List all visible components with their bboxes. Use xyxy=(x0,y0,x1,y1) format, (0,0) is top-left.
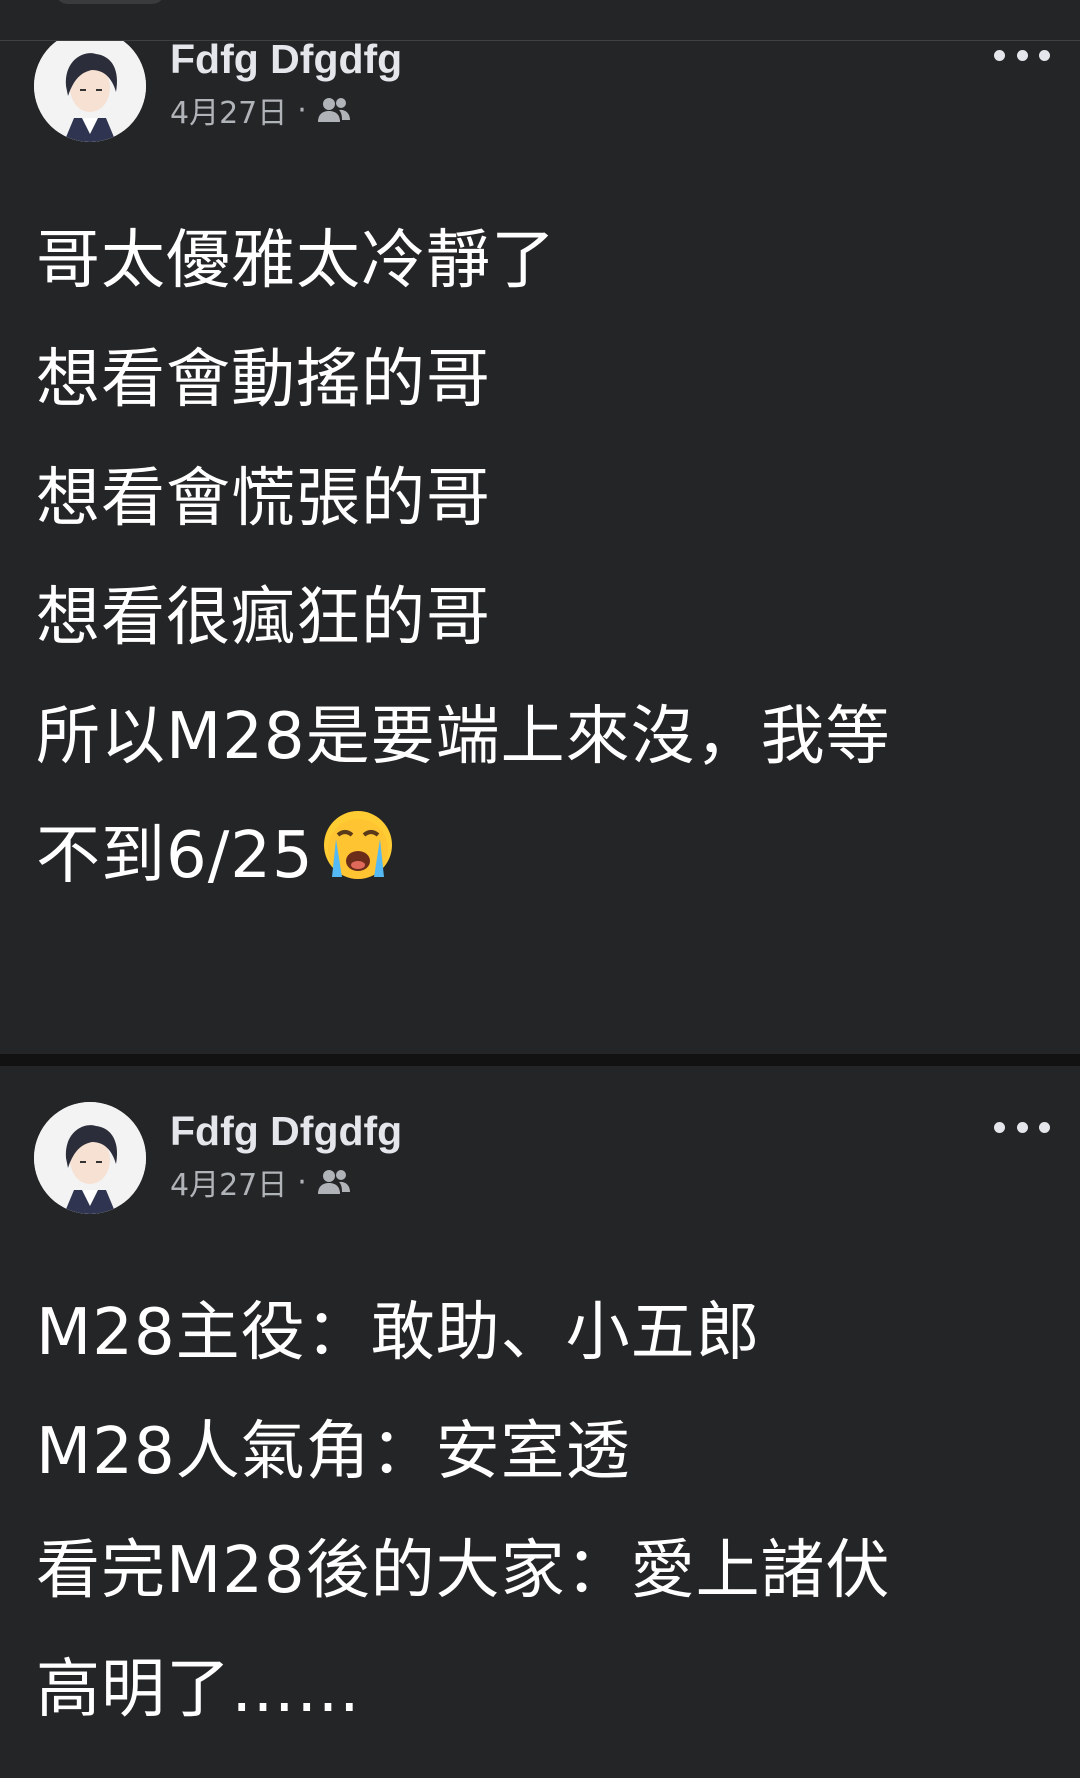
post-separator xyxy=(0,1054,1080,1066)
post-text-line: M28主役：敢助、小五郎 xyxy=(36,1296,761,1370)
post-meta: 4月27日 · xyxy=(170,1160,351,1204)
post-date[interactable]: 4月27日 xyxy=(170,1160,287,1204)
post-text-segment: 不到6/25 xyxy=(36,819,314,893)
post-text-line: 看完M28後的大家：愛上諸伏 xyxy=(36,1534,891,1608)
post-header: Fdfg Dfgdfg 4月27日 · xyxy=(0,30,1080,160)
post-text-line: 哥太優雅太冷靜了 xyxy=(36,224,556,298)
post-card: Fdfg Dfgdfg 4月27日 · M28主役：敢助、小五郎 M28人氣角：… xyxy=(0,1102,1080,1750)
friends-icon[interactable] xyxy=(317,1168,351,1196)
post-header: Fdfg Dfgdfg 4月27日 · xyxy=(0,1102,1080,1232)
post-card: Fdfg Dfgdfg 4月27日 · 哥太優雅太冷靜了 想看會動搖的哥 想看會… xyxy=(0,30,1080,916)
meta-separator: · xyxy=(297,1164,307,1200)
friends-icon[interactable] xyxy=(317,96,351,124)
author-name[interactable]: Fdfg Dfgdfg xyxy=(170,1108,402,1155)
post-text-line: 高明了…… xyxy=(36,1653,361,1727)
post-text-line-last: 不到6/25 xyxy=(36,797,1044,916)
more-options-button[interactable] xyxy=(994,40,1050,70)
post-date[interactable]: 4月27日 xyxy=(170,88,287,132)
top-pill-button[interactable] xyxy=(55,0,165,4)
post-text-line: 想看很瘋狂的哥 xyxy=(36,581,491,655)
meta-separator: · xyxy=(297,92,307,128)
post-meta: 4月27日 · xyxy=(170,88,351,132)
crying-face-emoji xyxy=(318,805,398,885)
top-bar xyxy=(0,0,1080,41)
post-text-line: M28人氣角：安室透 xyxy=(36,1415,631,1489)
post-text-line: 想看會慌張的哥 xyxy=(36,462,491,536)
post-text: 哥太優雅太冷靜了 想看會動搖的哥 想看會慌張的哥 想看很瘋狂的哥 所以M28是要… xyxy=(0,160,1080,916)
post-text: M28主役：敢助、小五郎 M28人氣角：安室透 看完M28後的大家：愛上諸伏 高… xyxy=(0,1232,1080,1750)
avatar[interactable] xyxy=(34,30,146,142)
author-name[interactable]: Fdfg Dfgdfg xyxy=(170,36,402,83)
avatar[interactable] xyxy=(34,1102,146,1214)
post-text-line: 所以M28是要端上來沒，我等 xyxy=(36,700,891,774)
more-options-button[interactable] xyxy=(994,1112,1050,1142)
post-text-line: 想看會動搖的哥 xyxy=(36,343,491,417)
